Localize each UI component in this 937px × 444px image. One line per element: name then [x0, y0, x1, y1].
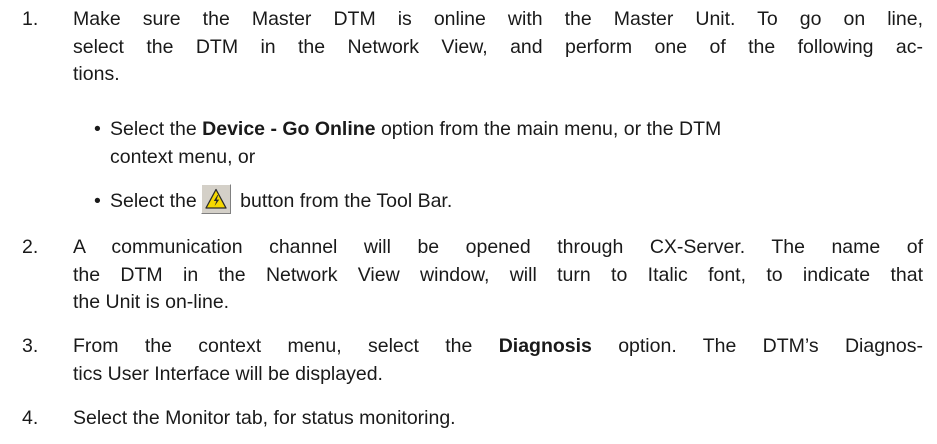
step-line: Select the Monitor tab, for status monit… [73, 407, 456, 429]
menu-option-diagnosis: Diagnosis [498, 335, 592, 357]
step-number: 1. [22, 8, 39, 30]
step-line: the Unit is on-line. [73, 291, 230, 313]
step-line: A communication channel will be opened t… [73, 236, 923, 258]
bullet-text: option from the main menu, or the DTM [375, 118, 722, 140]
step-line: tics User Interface will be displayed. [73, 362, 383, 385]
bullet-dot: • [94, 190, 101, 212]
step-line: the DTM in the Network View window, will… [73, 263, 923, 286]
bullet-line: • Select the Device - Go Online option fr… [94, 116, 924, 144]
step-line: From the context menu, select the Diagno… [73, 333, 923, 361]
bullet-dot: • [94, 118, 101, 140]
step-number: 3. [22, 335, 39, 357]
bullet-go-online-menu: • Select the Device - Go Online option fr… [94, 116, 924, 171]
step-line: select the DTM in the Network View, and … [73, 35, 923, 58]
step-text-fragment: From the context menu, select the [73, 335, 499, 357]
bullet-line: context menu, or [110, 145, 256, 168]
step-line: tions. [73, 63, 120, 85]
bullet-text: button from the Tool Bar. [234, 190, 453, 212]
step-number: 2. [22, 236, 39, 258]
step-line: Make sure the Master DTM is online with … [73, 8, 923, 30]
bullet-toolbar-button: • Select the button from the Tool Bar. [94, 183, 924, 216]
instruction-list: 1. Make sure the Master DTM is online wi… [0, 0, 937, 444]
step-text: Select the Monitor tab, for status monit… [73, 405, 923, 433]
bullet-line: • Select the button from the Tool Bar. [94, 183, 924, 216]
go-online-toolbar-button [200, 183, 231, 214]
go-online-warning-icon [205, 188, 227, 209]
step-text: Make sure the Master DTM is online with … [73, 6, 923, 89]
menu-option-device-go-online: Device - Go Online [202, 118, 376, 140]
step-number: 4. [22, 407, 39, 429]
bullet-text: Select the [110, 118, 203, 140]
bullet-text: Select the [110, 190, 197, 212]
step-text: A communication channel will be opened t… [73, 234, 923, 317]
step-text-fragment: option. The DTM’s Diagnos- [591, 335, 923, 357]
step-text: From the context menu, select the Diagno… [73, 333, 923, 388]
